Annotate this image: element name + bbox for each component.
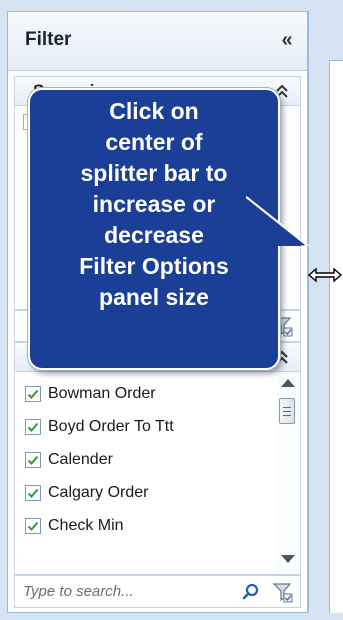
search-input[interactable] [19, 579, 247, 603]
filter-options-list: Bowman Order Boyd Order To Ttt Calender … [14, 372, 301, 575]
list-filter-button[interactable] [272, 581, 294, 603]
grip-line [283, 415, 291, 416]
grip-line [283, 411, 291, 412]
double-chevron-left-icon: « [281, 28, 293, 51]
scroll-up-arrow-icon[interactable] [281, 379, 295, 387]
list-item[interactable]: Bowman Order [25, 380, 156, 408]
item-checkbox[interactable] [25, 452, 41, 468]
list-item[interactable]: Calgary Order [25, 479, 148, 507]
list-item-label: Check Min [48, 517, 124, 534]
splitter-bar[interactable] [309, 11, 329, 613]
splitter-tooltip: Click on center of splitter bar to incre… [28, 88, 280, 370]
list-item-label: Calgary Order [48, 484, 149, 501]
search-button[interactable] [241, 582, 261, 602]
tooltip-text: Click on center of splitter bar to incre… [79, 98, 229, 310]
item-checkbox[interactable] [25, 485, 41, 501]
main-content-pane [329, 60, 343, 613]
list-item[interactable]: Calender [25, 446, 113, 474]
funnel-icon [272, 583, 293, 603]
item-checkbox[interactable] [25, 419, 41, 435]
grip-line [283, 407, 291, 408]
list-item[interactable]: Boyd Order To Ttt [25, 413, 174, 441]
scrollbar-thumb[interactable] [279, 398, 295, 424]
checkmark-icon [27, 422, 39, 432]
item-checkbox[interactable] [25, 386, 41, 402]
list-item[interactable]: Check Min [25, 512, 124, 540]
magnifier-icon [242, 583, 259, 600]
tooltip-pointer [246, 195, 310, 246]
scroll-down-arrow-icon[interactable] [281, 555, 295, 563]
list-item-label: Boyd Order To Ttt [48, 418, 174, 435]
collapse-panel-button[interactable]: « [275, 28, 299, 52]
list-item-label: Bowman Order [48, 385, 156, 402]
list-search-row [14, 575, 301, 608]
panel-title: Filter [25, 29, 72, 50]
checkmark-icon [27, 455, 39, 465]
item-checkbox[interactable] [25, 518, 41, 534]
checkmark-icon [27, 389, 39, 399]
list-item-label: Calender [48, 451, 113, 468]
filter-panel-header: Filter « [8, 12, 307, 71]
resize-horizontal-cursor-icon [307, 267, 343, 283]
checkmark-icon [27, 488, 39, 498]
checkmark-icon [27, 521, 39, 531]
list-scrollbar[interactable] [277, 372, 299, 573]
